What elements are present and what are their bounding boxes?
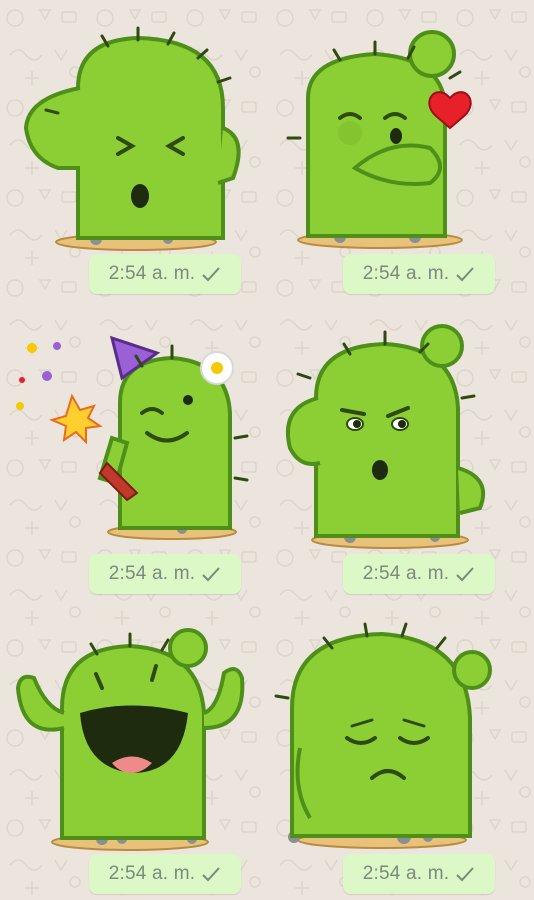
sticker-cactus-facepalm[interactable] xyxy=(18,18,258,258)
message-meta: 2:54 a. m. xyxy=(343,254,495,294)
sticker-cactus-blowing-kiss[interactable] xyxy=(280,18,520,258)
single-check-icon xyxy=(455,865,475,883)
message-time: 2:54 a. m. xyxy=(362,563,450,584)
single-check-icon xyxy=(455,265,475,283)
message-time: 2:54 a. m. xyxy=(108,863,196,884)
single-check-icon xyxy=(201,565,221,583)
sticker-cactus-laughing[interactable] xyxy=(12,618,252,858)
message-meta: 2:54 a. m. xyxy=(343,854,495,894)
sticker-cactus-sad[interactable] xyxy=(272,618,512,858)
single-check-icon xyxy=(455,565,475,583)
message-meta: 2:54 a. m. xyxy=(89,254,241,294)
message-time: 2:54 a. m. xyxy=(362,263,450,284)
sticker-cactus-suspicious[interactable] xyxy=(280,318,520,558)
message-meta: 2:54 a. m. xyxy=(89,854,241,894)
single-check-icon xyxy=(201,265,221,283)
message-time: 2:54 a. m. xyxy=(108,563,196,584)
message-meta: 2:54 a. m. xyxy=(89,554,241,594)
single-check-icon xyxy=(201,865,221,883)
sticker-cactus-party[interactable] xyxy=(12,318,252,558)
message-meta: 2:54 a. m. xyxy=(343,554,495,594)
message-time: 2:54 a. m. xyxy=(362,863,450,884)
message-time: 2:54 a. m. xyxy=(108,263,196,284)
